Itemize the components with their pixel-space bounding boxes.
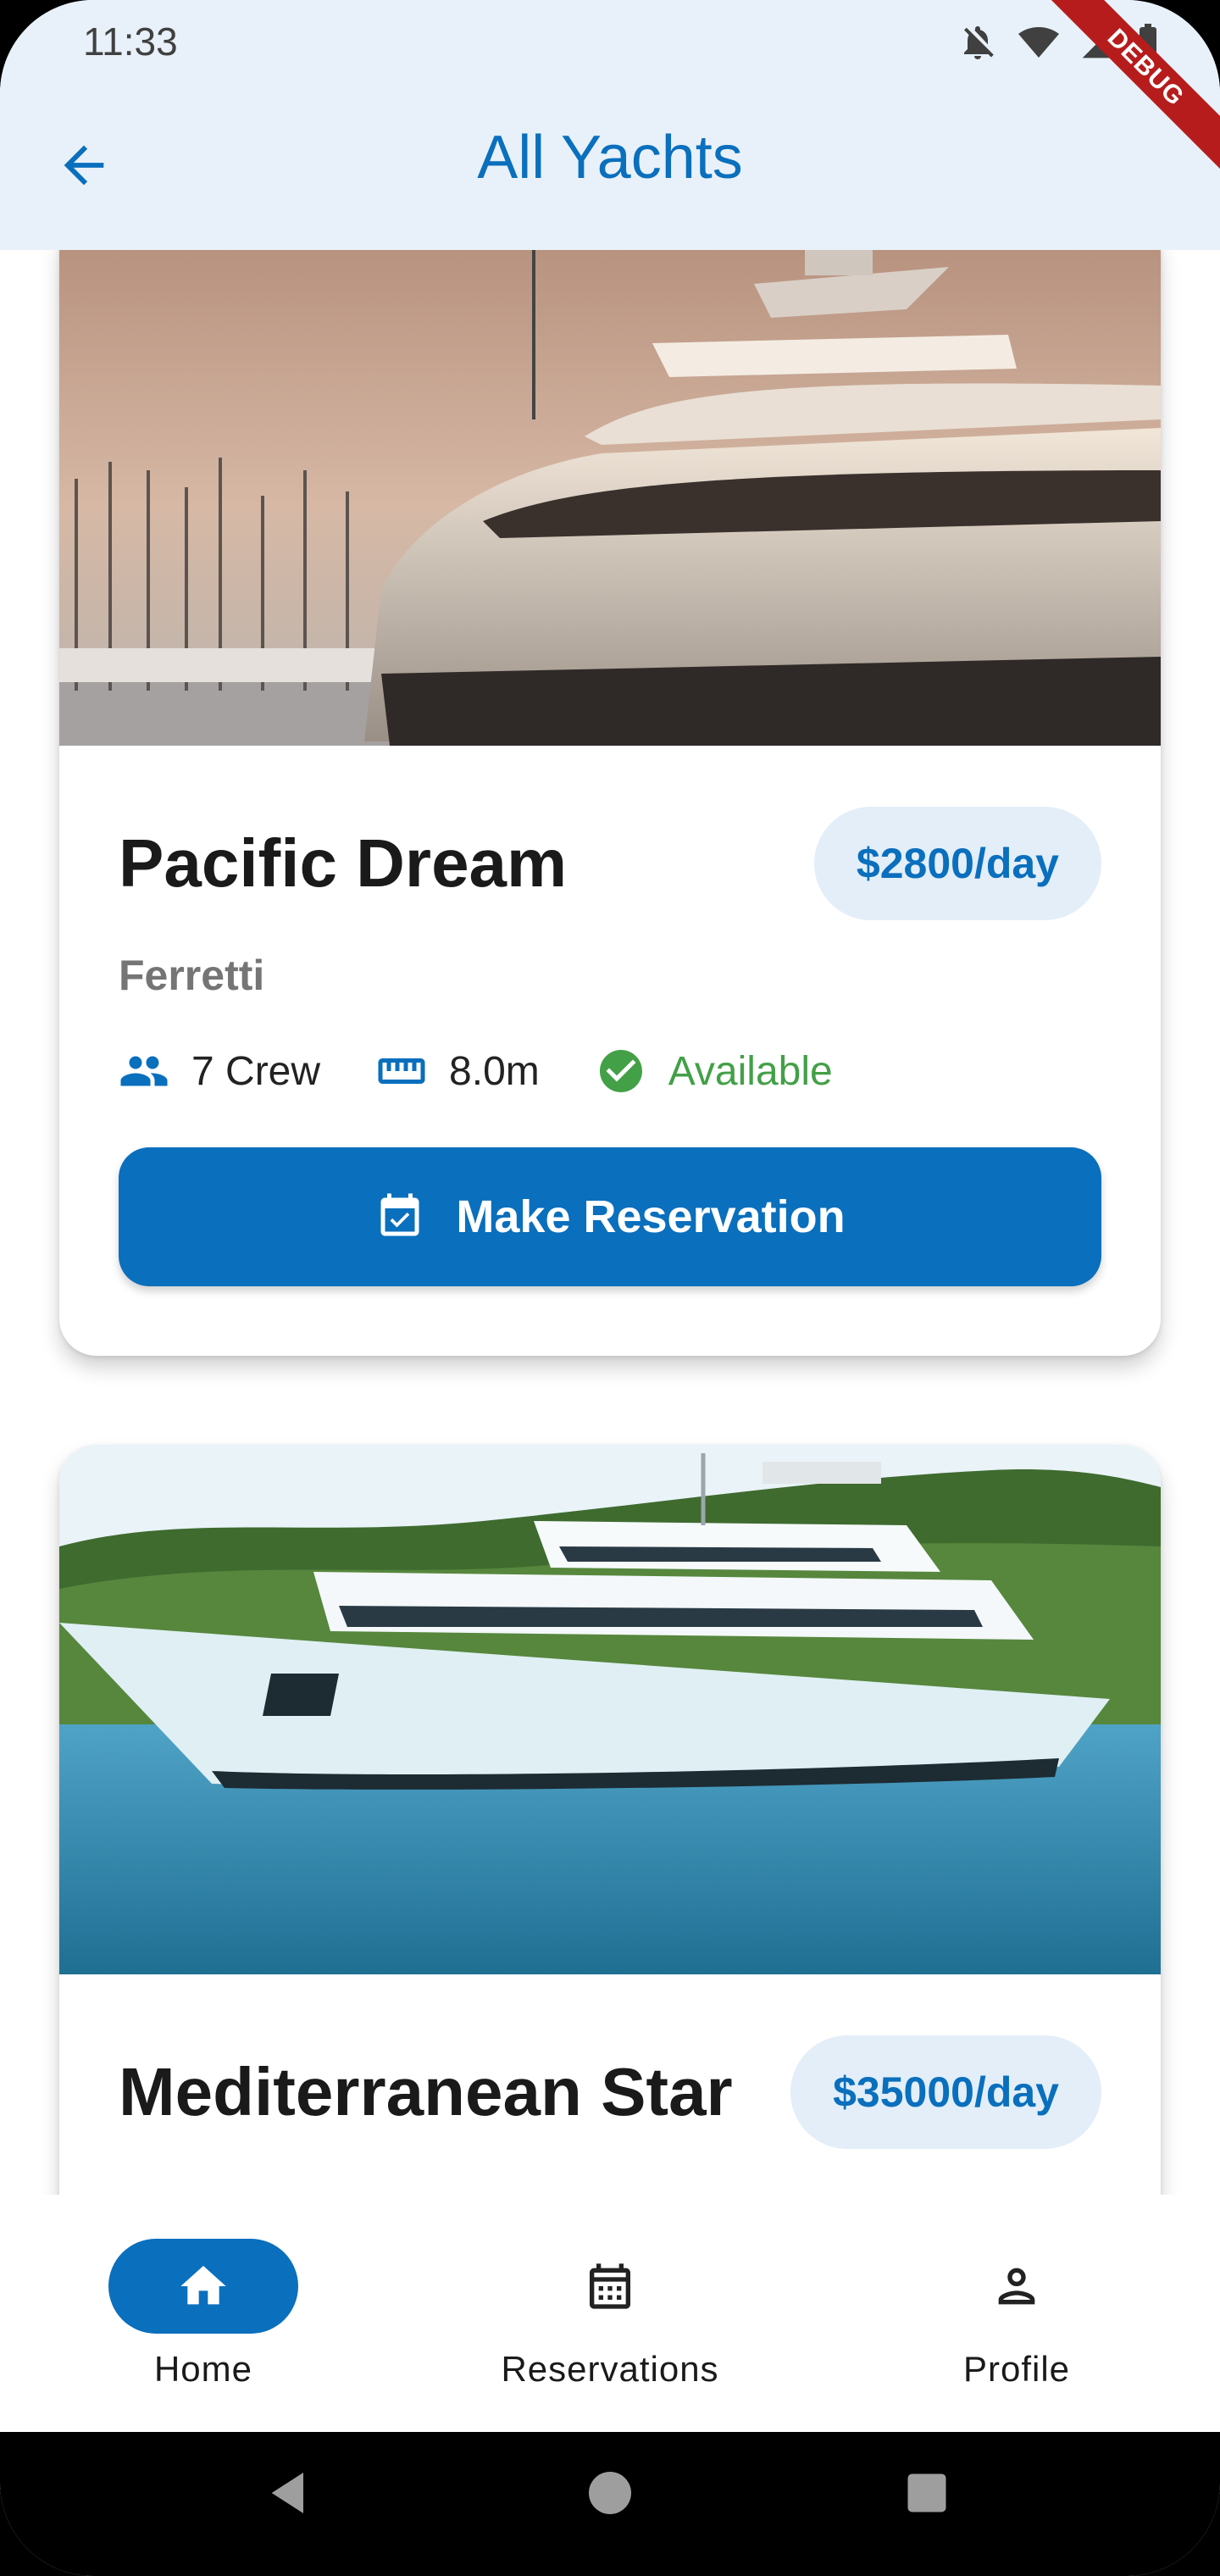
- home-circle-icon[interactable]: [585, 2466, 635, 2520]
- yacht-name: Mediterranean Star: [119, 2054, 733, 2129]
- price-badge: $2800/day: [813, 807, 1101, 920]
- yacht-meta-row: 7 Crew 8.0m Available: [119, 1046, 1101, 1096]
- calendar-icon: [590, 2263, 630, 2309]
- yacht-length: 8.0m: [449, 1048, 540, 1094]
- crew-info: 7 Crew: [119, 1046, 320, 1096]
- wifi-icon: [1018, 27, 1059, 58]
- yacht-image: [59, 1445, 1161, 1974]
- price-badge: $35000/day: [790, 2035, 1101, 2149]
- yacht-image: [59, 250, 1161, 746]
- make-reservation-label: Make Reservation: [456, 1191, 846, 1242]
- crew-count: 7 Crew: [191, 1048, 321, 1094]
- yacht-card[interactable]: Mediterranean Star $35000/day: [59, 1445, 1161, 2195]
- nav-label-reservations: Reservations: [501, 2349, 719, 2389]
- nav-indicator: [515, 2239, 705, 2334]
- availability-status: Available: [668, 1048, 833, 1094]
- nav-item-reservations[interactable]: Reservations: [441, 2239, 779, 2390]
- make-reservation-button[interactable]: Make Reservation: [119, 1147, 1101, 1286]
- check-circle-icon: [599, 1050, 642, 1092]
- nav-label-home: Home: [153, 2349, 253, 2389]
- yacht-brand: Ferretti: [119, 952, 265, 999]
- people-icon: [120, 1056, 168, 1086]
- nav-item-profile[interactable]: Profile: [847, 2239, 1186, 2390]
- recents-square-icon[interactable]: [901, 2466, 952, 2520]
- event-available-icon: [380, 1193, 419, 1236]
- yacht-card[interactable]: Pacific Dream $2800/day Ferretti 7 Crew: [59, 250, 1161, 1356]
- yacht-title-row: Mediterranean Star $35000/day: [119, 2035, 1101, 2149]
- yacht-name: Pacific Dream: [119, 825, 568, 901]
- top-bar: 11:33 DEBUG All Yachts: [0, 0, 1220, 250]
- system-nav-bar: [0, 2432, 1220, 2576]
- notifications-off-icon: [964, 26, 994, 59]
- yacht-list[interactable]: Pacific Dream $2800/day Ferretti 7 Crew: [0, 250, 1220, 2195]
- nav-item-home[interactable]: Home: [34, 2239, 373, 2390]
- nav-label-profile: Profile: [962, 2349, 1071, 2389]
- page-title: All Yachts: [477, 124, 743, 192]
- status-time: 11:33: [83, 19, 178, 64]
- nav-indicator: [922, 2239, 1112, 2334]
- yacht-card-body: Pacific Dream $2800/day Ferretti 7 Crew: [59, 807, 1161, 1286]
- home-icon: [180, 2266, 226, 2305]
- app-screen: 11:33 DEBUG All Yachts Pacific Dream $28…: [0, 0, 1220, 2576]
- nav-indicator: [108, 2239, 298, 2334]
- bottom-navigation: Home Reservations Profile: [0, 2195, 1220, 2432]
- person-icon: [998, 2268, 1035, 2305]
- ruler-icon: [378, 1058, 425, 1084]
- yacht-card-body: Mediterranean Star $35000/day: [59, 2035, 1161, 2149]
- availability-info: Available: [596, 1046, 833, 1096]
- back-triangle-icon[interactable]: [263, 2466, 317, 2520]
- yacht-title-row: Pacific Dream $2800/day: [119, 807, 1101, 920]
- length-info: 8.0m: [376, 1046, 540, 1096]
